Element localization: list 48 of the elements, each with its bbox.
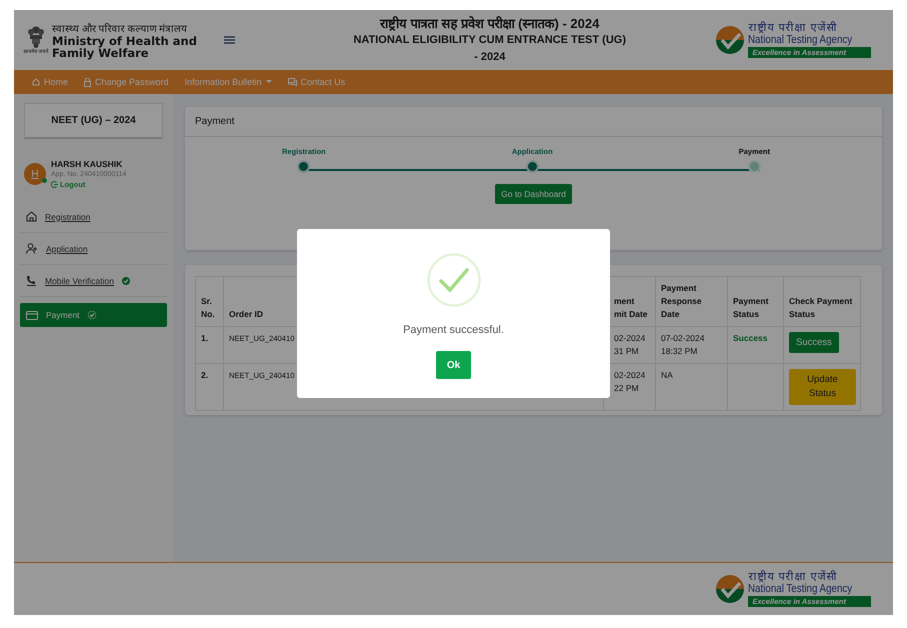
column-header: Sr. No. [196,276,224,326]
nav-link[interactable]: Information Bulletin [184,77,272,87]
nav-link[interactable]: Contact Us [288,77,346,87]
table-cell: 07-02-2024 18:32 PM [656,326,728,364]
nav-link[interactable]: Home [32,77,68,87]
exam-card: NEET (UG) – 2024 [24,103,163,139]
column-header: Payment Response Date [656,276,728,326]
agency-logo-icon [715,25,746,55]
chat-icon [288,78,297,86]
table-cell: 1. [196,326,224,364]
sidebar-item[interactable]: Mobile Verification [20,265,167,297]
sidebar-item[interactable]: Registration [20,201,167,233]
ok-button[interactable]: Ok [436,351,471,379]
nav-link[interactable]: Change Password [84,77,169,87]
home-icon [26,211,37,222]
update-status-button[interactable]: Update Status [789,369,856,405]
avatar: H [24,163,46,185]
dashboard-button[interactable]: Go to Dashboard [495,184,572,204]
table-cell: 2. [196,364,224,410]
dialog-message: Payment successful. [403,324,504,336]
success-button[interactable]: Success [789,332,839,353]
agency-name: National Testing Agency [748,582,853,596]
user-name: HARSH KAUSHIK [51,159,124,169]
column-header: Check Payment Status [784,276,860,326]
agency-logo-icon [715,574,746,604]
lock-icon [84,78,92,86]
home-icon [32,78,40,86]
ministry-name-hindi: स्वास्थ्य और परिवार कल्याण मंत्रालय [52,22,188,35]
ministry-name: Ministry of Health and Family Welfare [52,35,198,59]
card-icon [26,310,38,320]
sidebar-item[interactable]: Application [20,233,167,265]
user-plus-icon [26,243,38,254]
column-header: Payment Status [728,276,784,326]
caret-icon [266,80,272,84]
card-title: Payment [185,107,882,137]
emblem-drawing [26,26,46,48]
success-check-icon [426,253,480,307]
menu-icon[interactable] [224,36,235,44]
phone-icon [26,275,37,286]
agency-name: National Testing Agency [748,34,853,46]
table-cell: NA [656,364,728,410]
logout-icon [51,181,58,188]
exam-title: NATIONAL ELIGIBILITY CUM ENTRANCE TEST (UG) - 2024 [352,33,627,65]
sidebar-item[interactable]: Payment [20,303,167,327]
table-cell: Success [728,326,784,364]
agency-name-hindi: राष्ट्रीय परीक्षा एजेंसी [748,22,839,34]
agency-name-hindi: राष्ट्रीय परीक्षा एजेंसी [748,572,839,582]
exam-title-hindi: राष्ट्रीय पात्रता सह प्रवेश परीक्षा (स्नातक) - 2024 [378,15,600,32]
